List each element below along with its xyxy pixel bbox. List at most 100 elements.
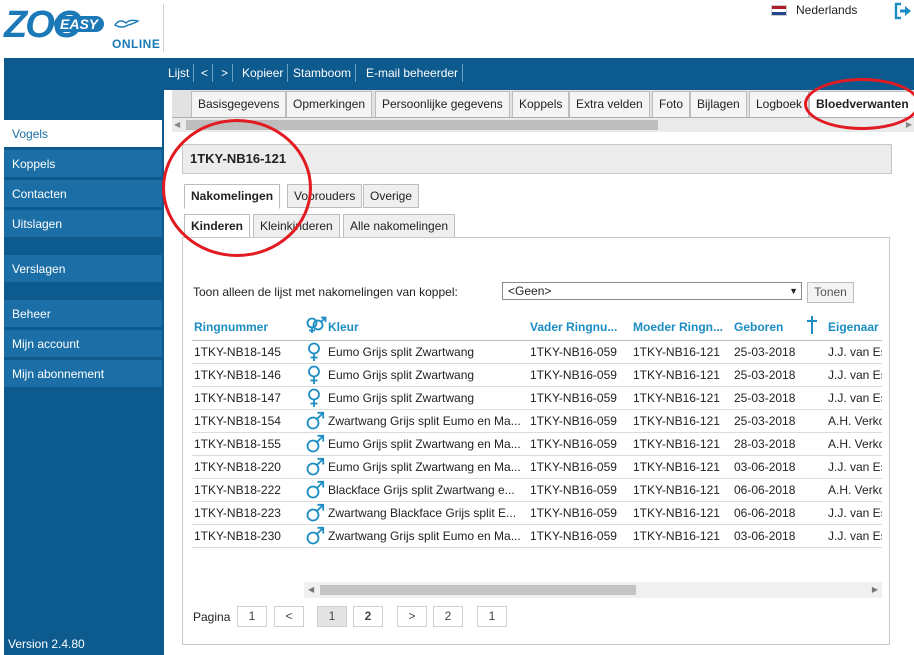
app-logo[interactable]: ZOO EASY ONLINE [4,4,162,52]
cell-ringnummer: 1TKY-NB18-147 [194,391,281,405]
column-header-kleur[interactable]: Kleur [328,320,359,334]
cell-vader-ringnummer: 1TKY-NB16-059 [530,483,617,497]
tab-kleinkinderen[interactable]: Kleinkinderen [253,214,340,238]
table-scrollbar-thumb[interactable] [320,585,636,595]
filter-label: Toon alleen de lijst met nakomelingen va… [193,285,458,299]
column-header-moeder-ringnummer[interactable]: Moeder Ringn... [633,320,723,334]
tab-koppels[interactable]: Koppels [512,91,570,117]
tab-overige[interactable]: Overige [363,184,420,208]
scroll-left-icon[interactable]: ◀ [308,582,314,598]
logo-online-text: ONLINE [112,37,161,51]
tab-alle-nakomelingen[interactable]: Alle nakomelingen [343,214,456,238]
cell-geboren: 06-06-2018 [734,483,796,497]
pagination-label: Pagina [193,610,231,624]
tab-opmerkingen[interactable]: Opmerkingen [286,91,373,117]
cell-kleur: Eumo Grijs split Zwartwang en Ma... [328,437,521,451]
sidebar-item-verslagen[interactable]: Verslagen [4,255,162,283]
bird-icon [113,17,140,32]
logo-easy-text: EASY [54,16,105,32]
couple-filter-select[interactable]: <Geen> ▼ [502,282,802,300]
previous-page-button[interactable]: < [274,606,304,627]
table-scrollbar[interactable]: ◀ ▶ [304,582,882,598]
toolbar-previous[interactable]: < [197,64,214,82]
cell-kleur: Eumo Grijs split Zwartwang [328,368,475,382]
tab-extra-velden[interactable]: Extra velden [569,91,650,117]
tab-bloedverwanten[interactable]: Bloedverwanten [809,91,914,117]
table-row[interactable]: 1TKY-NB18-146 Eumo Grijs split Zwartwang 1… [192,364,882,387]
tab-basisgegevens[interactable]: Basisgegevens [191,91,287,117]
sidebar-item-vogels[interactable]: Vogels [4,120,162,148]
tab-foto[interactable]: Foto [652,91,691,117]
table-row[interactable]: 1TKY-NB18-230 Zwartwang Grijs split Eumo … [192,525,882,548]
table-row[interactable]: 1TKY-NB18-155 Eumo Grijs split Zwartwang … [192,433,882,456]
male-icon [305,480,325,504]
cell-vader-ringnummer: 1TKY-NB16-059 [530,391,617,405]
table-row[interactable]: 1TKY-NB18-154 Zwartwang Grijs split Eumo … [192,410,882,433]
cell-moeder-ringnummer: 1TKY-NB16-121 [633,460,720,474]
logout-icon[interactable] [893,2,913,20]
sidebar-item-mijn-abonnement[interactable]: Mijn abonnement [4,360,162,388]
language-label: Nederlands [796,3,858,17]
column-header-geboren[interactable]: Geboren [734,320,783,334]
page-size-input[interactable]: 1 [477,606,507,627]
table-row[interactable]: 1TKY-NB18-145 Eumo Grijs split Zwartwang 1… [192,341,882,364]
current-page-button[interactable]: 1 [317,606,347,627]
next-page-button[interactable]: > [397,606,427,627]
toolbar-lijst[interactable]: Lijst [164,64,195,82]
sidebar-item-mijn-account[interactable]: Mijn account [4,330,162,358]
cell-geboren: 25-03-2018 [734,345,796,359]
cell-eigenaar: A.H. Verko [828,483,882,497]
tabs-scrollbar-thumb[interactable] [186,120,658,130]
sidebar-item-beheer[interactable]: Beheer [4,300,162,328]
cell-vader-ringnummer: 1TKY-NB16-059 [530,460,617,474]
scroll-right-icon[interactable]: ▶ [906,118,912,132]
tab-kinderen[interactable]: Kinderen [184,214,251,239]
tabs-scrollbar[interactable]: ◀ ▶ [172,118,914,132]
tonen-button[interactable]: Tonen [807,282,854,303]
table-row[interactable]: 1TKY-NB18-147 Eumo Grijs split Zwartwang 1… [192,387,882,410]
column-header-vader-ringnummer[interactable]: Vader Ringnu... [530,320,617,334]
scroll-right-icon[interactable]: ▶ [872,582,878,598]
toolbar-kopieer[interactable]: Kopieer [238,64,289,82]
column-header-ringnummer[interactable]: Ringnummer [194,320,268,334]
table-row[interactable]: 1TKY-NB18-223 Zwartwang Blackface Grijs s… [192,502,882,525]
cell-ringnummer: 1TKY-NB18-154 [194,414,281,428]
scroll-left-icon[interactable]: ◀ [174,118,180,132]
sidebar-item-koppels[interactable]: Koppels [4,150,162,178]
male-icon [305,457,325,481]
tab-voorouders[interactable]: Voorouders [287,184,363,208]
first-page-button[interactable]: 1 [237,606,267,627]
table-row[interactable]: 1TKY-NB18-220 Eumo Grijs split Zwartwang … [192,456,882,479]
cell-geboren: 28-03-2018 [734,437,796,451]
language-selector[interactable]: Nederlands [771,3,857,17]
tab-persoonlijke-gegevens[interactable]: Persoonlijke gegevens [375,91,510,117]
female-icon [306,365,322,389]
dutch-flag-icon [771,4,787,16]
sidebar-item-uitslagen[interactable]: Uitslagen [4,210,162,238]
tab-logboek[interactable]: Logboek [749,91,810,117]
table-row[interactable]: 1TKY-NB18-222 Blackface Grijs split Zwart… [192,479,882,502]
cell-vader-ringnummer: 1TKY-NB16-059 [530,345,617,359]
cell-geboren: 06-06-2018 [734,506,796,520]
column-header-eigenaar[interactable]: Eigenaar [828,320,882,334]
toolbar-stamboom[interactable]: Stamboom [289,64,357,82]
cell-vader-ringnummer: 1TKY-NB16-059 [530,414,617,428]
sidebar-item-contacten[interactable]: Contacten [4,180,162,208]
toolbar-email-beheerder[interactable]: E-mail beheerder [362,64,464,82]
tab-bijlagen[interactable]: Bijlagen [690,91,747,117]
cell-moeder-ringnummer: 1TKY-NB16-121 [633,437,720,451]
toolbar-next[interactable]: > [217,64,234,82]
cell-vader-ringnummer: 1TKY-NB16-059 [530,506,617,520]
version-label: Version 2.4.80 [8,637,85,651]
cell-moeder-ringnummer: 1TKY-NB16-121 [633,414,720,428]
cell-moeder-ringnummer: 1TKY-NB16-121 [633,529,720,543]
deceased-cross-icon [806,315,818,338]
cell-eigenaar: J.J. van Es [828,460,882,474]
tab-nakomelingen[interactable]: Nakomelingen [184,184,281,209]
page-2-button[interactable]: 2 [353,606,383,627]
cell-moeder-ringnummer: 1TKY-NB16-121 [633,506,720,520]
last-page-button[interactable]: 2 [433,606,463,627]
cell-ringnummer: 1TKY-NB18-223 [194,506,281,520]
cell-geboren: 25-03-2018 [734,391,796,405]
male-icon [305,411,325,435]
